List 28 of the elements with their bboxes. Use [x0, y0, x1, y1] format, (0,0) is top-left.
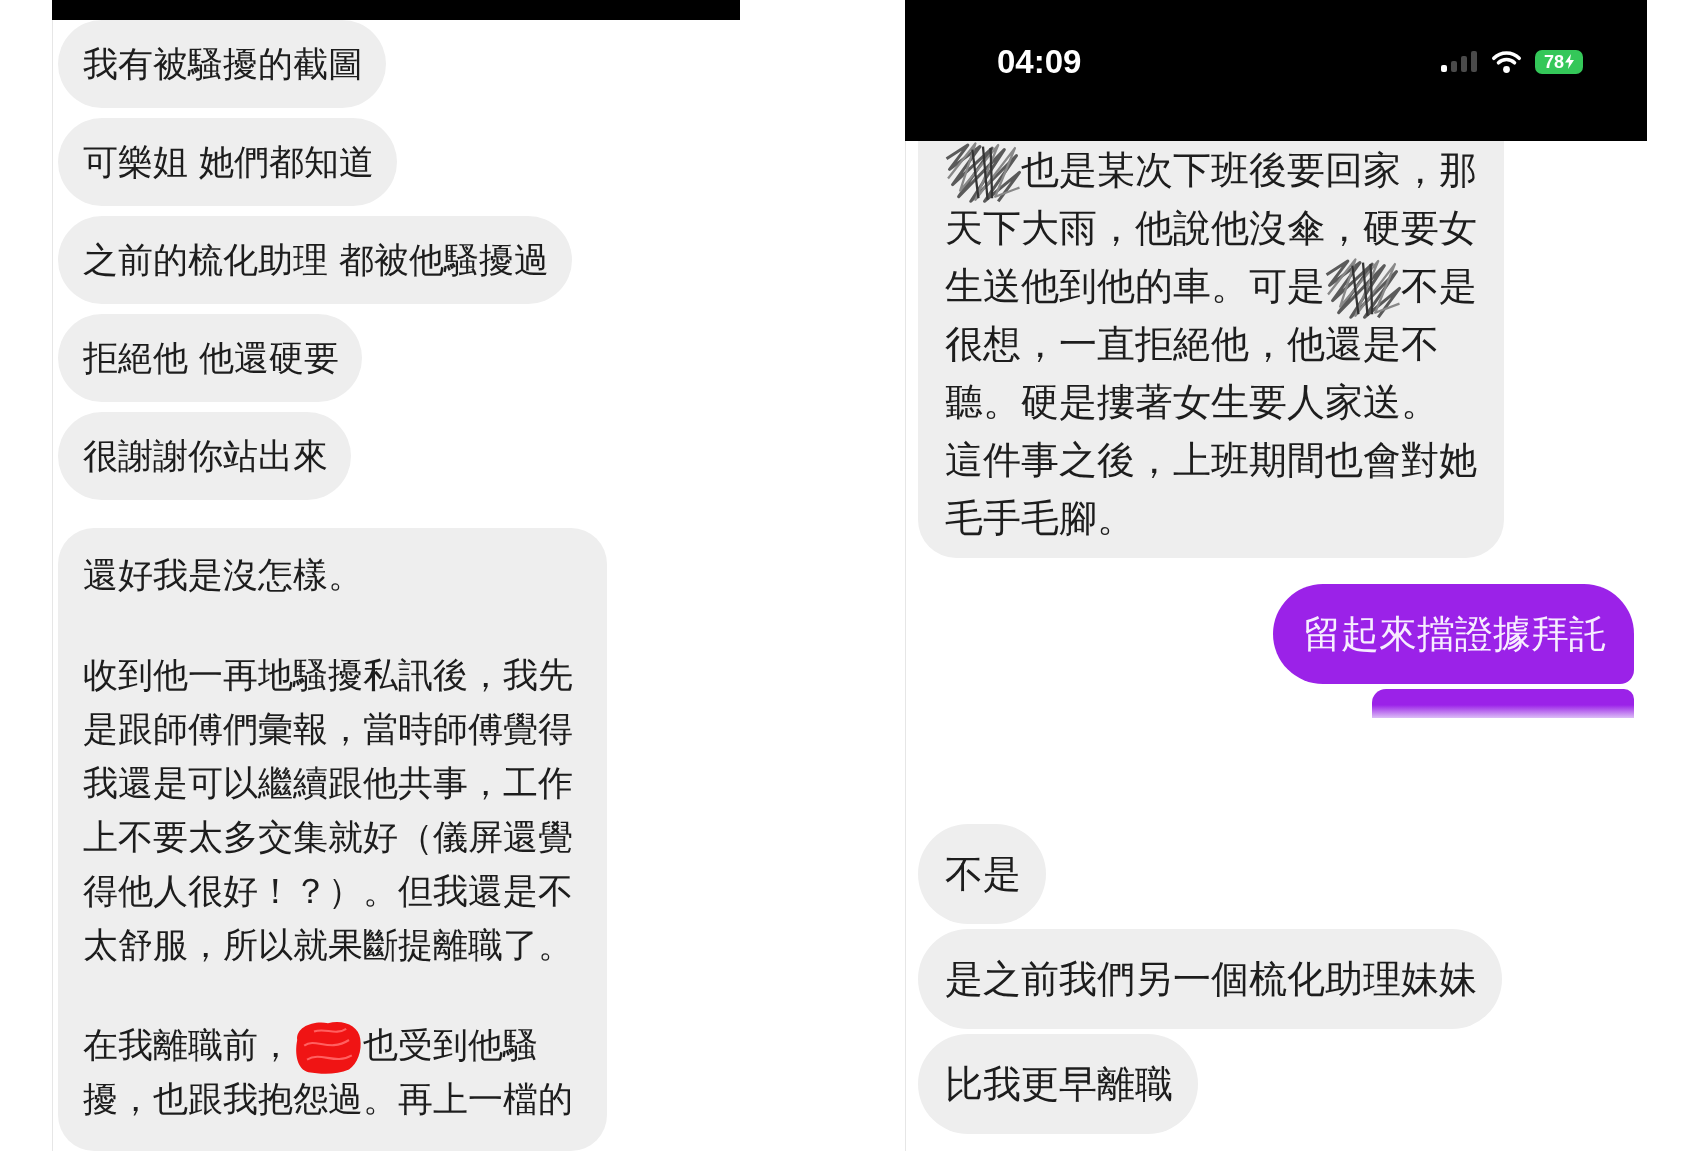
message-text: 擾，也跟我抱怨過。再上一檔的 [83, 1079, 573, 1119]
message-text: 不是 [945, 852, 1021, 896]
message-text: 這件事之後，上班期間也會對她毛手毛腳。 [945, 438, 1477, 540]
message-text: 比我更早離職 [945, 1062, 1173, 1106]
message-text: 之前的梳化助理 都被他騷擾過 [83, 240, 550, 280]
message-text: 也受到他騷 [363, 1025, 538, 1065]
bolt-icon [1565, 54, 1574, 69]
message-text: 很想，一直拒絕他，他還是不聽。硬是摟著女生要人家送。 [945, 322, 1439, 424]
message-text: 不是 [1401, 264, 1477, 308]
message-text: 收到他一再地騷擾私訊後，我先是跟師傅們彙報，當時師傅覺得我還是可以繼續跟他共事，工作上不要太多交集就好（儀屏還覺得他人很好！？）。但我還是不太舒服，所以就果斷提離職了。 [83, 655, 573, 965]
message-text: 很謝謝你站出來 [83, 436, 328, 476]
wifi-icon [1491, 50, 1522, 73]
scribble-icon [1325, 258, 1401, 319]
scribble-icon [293, 1019, 363, 1075]
message-text: 可樂姐 她們都知道 [83, 142, 375, 182]
message-text: 也是某次下班後要回家，那 [1021, 148, 1477, 192]
message-text: 留起來擋證據拜託 [1303, 612, 1607, 656]
battery-percentage: 78 [1544, 52, 1564, 71]
message-text: 是之前我們另一個梳化助理妹妹 [945, 957, 1477, 1001]
scribble-icon [945, 142, 1021, 203]
signal-icon [1441, 51, 1478, 72]
message-text: 天下大雨，他說他沒傘，硬要女 [945, 206, 1477, 250]
message-text: 我有被騷擾的截圖 [83, 44, 363, 84]
message-text: 還好我是沒怎樣。 [83, 555, 363, 595]
message-text: 生送他到他的車。可是 [945, 264, 1325, 308]
status-time: 04:09 [997, 45, 1082, 78]
message-text: 在我離職前， [83, 1025, 293, 1065]
message-text: 拒絕他 他還硬要 [83, 338, 340, 378]
